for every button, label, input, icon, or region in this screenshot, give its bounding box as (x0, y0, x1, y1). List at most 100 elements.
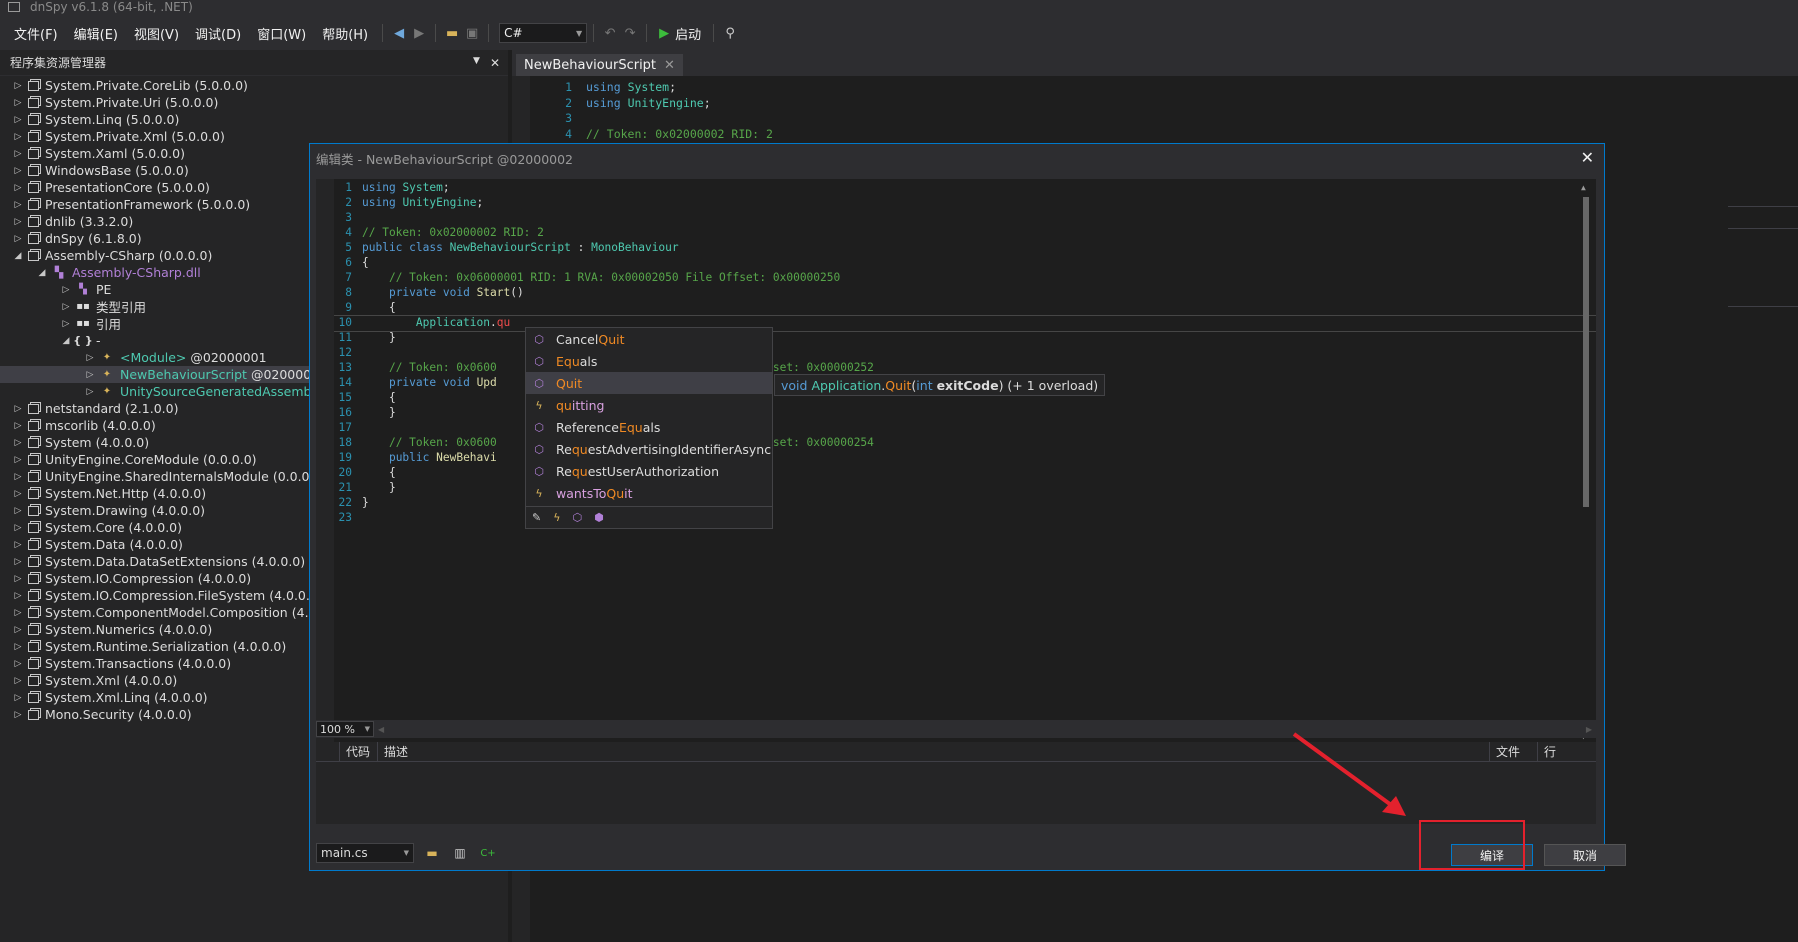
code-line[interactable]: 2 using UnityEngine; (334, 196, 1596, 211)
code-line[interactable]: 23 (334, 511, 1596, 526)
collapsed-arrow-icon[interactable]: ▷ (12, 149, 24, 159)
expanded-arrow-icon[interactable]: ◢ (36, 268, 48, 278)
language-select[interactable]: C# ▼ (499, 23, 588, 43)
close-icon[interactable]: ✕ (664, 58, 675, 73)
code-line[interactable]: 18 // Token: 0x0600 set: 0x00000254 (334, 436, 1596, 451)
code-line[interactable]: 21 } (334, 481, 1596, 496)
completion-item[interactable]: ϟ wantsToQuit (526, 482, 772, 504)
menu-edit[interactable]: 编辑(E) (66, 24, 126, 43)
collapsed-arrow-icon[interactable]: ▷ (12, 591, 24, 601)
vertical-scrollbar[interactable]: ▲ ▼ (1580, 183, 1592, 741)
code-line[interactable]: 9 { (334, 301, 1596, 316)
collapsed-arrow-icon[interactable]: ▷ (12, 421, 24, 431)
tree-node[interactable]: ▷ System.Private.Uri (5.0.0.0) (0, 94, 508, 111)
collapsed-arrow-icon[interactable]: ▷ (12, 217, 24, 227)
menu-view[interactable]: 视图(V) (126, 24, 187, 43)
code-line[interactable]: 16 } (334, 406, 1596, 421)
collapsed-arrow-icon[interactable]: ▷ (12, 523, 24, 533)
collapsed-arrow-icon[interactable]: ▷ (12, 693, 24, 703)
open-folder-icon[interactable]: ▬ (442, 23, 462, 43)
collapsed-arrow-icon[interactable]: ▷ (12, 404, 24, 414)
collapsed-arrow-icon[interactable]: ▷ (12, 574, 24, 584)
collapsed-arrow-icon[interactable]: ▷ (12, 540, 24, 550)
expanded-arrow-icon[interactable]: ◢ (12, 251, 24, 261)
code-line[interactable]: 4 // Token: 0x02000002 RID: 2 (334, 226, 1596, 241)
scroll-left-icon[interactable]: ◀ (378, 725, 384, 734)
completion-item[interactable]: ⬡ Equals (526, 350, 772, 372)
collapsed-arrow-icon[interactable]: ▷ (84, 353, 96, 363)
expanded-arrow-icon[interactable]: ◢ (60, 336, 72, 346)
collapsed-arrow-icon[interactable]: ▷ (12, 455, 24, 465)
dropdown-icon[interactable]: ▼ (473, 56, 480, 70)
menu-file[interactable]: 文件(F) (6, 24, 66, 43)
code-line[interactable]: 3 (530, 111, 1798, 127)
code-line[interactable]: 7 // Token: 0x06000001 RID: 1 RVA: 0x000… (334, 271, 1596, 286)
collapsed-arrow-icon[interactable]: ▷ (60, 319, 72, 329)
completion-item[interactable]: ⬡ Quit (526, 372, 772, 394)
code-line[interactable]: 19 public NewBehavi (334, 451, 1596, 466)
code-line[interactable]: 12 (334, 346, 1596, 361)
completion-item[interactable]: ⬡ CancelQuit (526, 328, 772, 350)
collapsed-arrow-icon[interactable]: ▷ (12, 166, 24, 176)
code-line[interactable]: 2 using UnityEngine; (530, 96, 1798, 112)
zoom-select[interactable]: 100 % ▼ (316, 721, 374, 737)
tab-newbehaviourscript[interactable]: NewBehaviourScript ✕ (516, 54, 683, 76)
menu-window[interactable]: 窗口(W) (249, 24, 314, 43)
code-line[interactable]: 6{ (334, 256, 1596, 271)
collapsed-arrow-icon[interactable]: ▷ (12, 557, 24, 567)
code-line[interactable]: 5 public class NewBehaviourScript : MonoB… (334, 241, 1596, 256)
collapsed-arrow-icon[interactable]: ▷ (12, 234, 24, 244)
method-filter-icon[interactable]: ⬡ (572, 511, 582, 524)
column-file[interactable]: 文件 (1490, 741, 1538, 762)
search-icon[interactable]: ⚲ (720, 23, 740, 43)
collapsed-arrow-icon[interactable]: ▷ (12, 200, 24, 210)
collapsed-arrow-icon[interactable]: ▷ (12, 98, 24, 108)
back-arrow-icon[interactable]: ◀ (389, 23, 409, 43)
redo-icon[interactable]: ↷ (620, 23, 640, 43)
extension-filter-icon[interactable]: ⬢ (594, 511, 604, 524)
code-line[interactable]: 17 (334, 421, 1596, 436)
code-line[interactable]: 3 (334, 211, 1596, 226)
dialog-code-editor[interactable]: 1 using System; 2 using UnityEngine; 3 4 // To… (316, 179, 1596, 756)
collapsed-arrow-icon[interactable]: ▷ (12, 676, 24, 686)
add-csharp-file-icon[interactable]: C+ (478, 843, 498, 863)
collapsed-arrow-icon[interactable]: ▷ (12, 132, 24, 142)
collapsed-arrow-icon[interactable]: ▷ (12, 472, 24, 482)
collapsed-arrow-icon[interactable]: ▷ (12, 659, 24, 669)
tree-node[interactable]: ▷ System.Private.CoreLib (5.0.0.0) (0, 77, 508, 94)
tree-node[interactable]: ▷ System.Linq (5.0.0.0) (0, 111, 508, 128)
collapsed-arrow-icon[interactable]: ▷ (84, 387, 96, 397)
completion-item[interactable]: ⬡ ReferenceEquals (526, 416, 772, 438)
start-button[interactable]: ▶ 启动 (653, 24, 707, 43)
collapsed-arrow-icon[interactable]: ▷ (12, 642, 24, 652)
event-filter-icon[interactable]: ϟ (553, 511, 560, 524)
code-line[interactable]: 1 using System; (334, 181, 1596, 196)
menu-debug[interactable]: 调试(D) (187, 24, 249, 43)
collapsed-arrow-icon[interactable]: ▷ (12, 489, 24, 499)
scroll-up-icon[interactable]: ▲ (1581, 183, 1586, 192)
close-icon[interactable]: ✕ (1581, 148, 1594, 167)
completion-item[interactable]: ⬡ RequestUserAuthorization (526, 460, 772, 482)
collapsed-arrow-icon[interactable]: ▷ (60, 285, 72, 295)
code-line[interactable]: 22} (334, 496, 1596, 511)
collapsed-arrow-icon[interactable]: ▷ (12, 115, 24, 125)
collapsed-arrow-icon[interactable]: ▷ (12, 625, 24, 635)
collapsed-arrow-icon[interactable]: ▷ (12, 608, 24, 618)
column-line[interactable]: 行 (1538, 742, 1578, 762)
code-line[interactable]: 11 } (334, 331, 1596, 346)
column-code[interactable]: 代码 (340, 741, 378, 762)
code-line[interactable]: 20 { (334, 466, 1596, 481)
cancel-button[interactable]: 取消 (1544, 844, 1626, 866)
save-all-icon[interactable]: ▣ (462, 23, 482, 43)
open-folder-icon[interactable]: ▬ (422, 843, 442, 863)
collapsed-arrow-icon[interactable]: ▷ (12, 183, 24, 193)
close-icon[interactable]: ✕ (490, 56, 500, 70)
menu-help[interactable]: 帮助(H) (314, 24, 376, 43)
completion-item[interactable]: ϟ quitting (526, 394, 772, 416)
collapsed-arrow-icon[interactable]: ▷ (12, 506, 24, 516)
collapsed-arrow-icon[interactable]: ▷ (12, 438, 24, 448)
file-select[interactable]: main.cs ▼ (316, 843, 414, 863)
completion-list[interactable]: ⬡ CancelQuit ⬡ Equals ⬡ Quit ϟ quitting ⬡ Referen… (525, 327, 773, 529)
add-reference-icon[interactable]: ▥ (450, 843, 470, 863)
collapsed-arrow-icon[interactable]: ▷ (12, 81, 24, 91)
